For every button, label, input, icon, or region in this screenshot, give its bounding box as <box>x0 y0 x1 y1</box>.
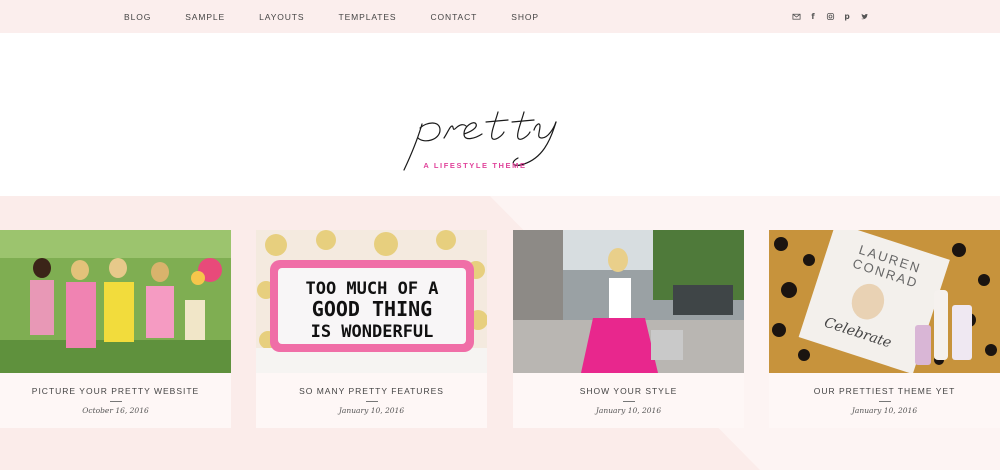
post-date: January 10, 2016 <box>338 406 405 415</box>
post-card[interactable]: TOO MUCH OF A GOOD THING IS WONDERFUL SO… <box>256 230 487 428</box>
site-header: A LIFESTYLE THEME <box>0 33 1000 196</box>
post-card[interactable]: SHOW YOUR STYLE January 10, 2016 <box>513 230 744 428</box>
main-menu: BLOG SAMPLE LAYOUTS TEMPLATES CONTACT SH… <box>124 0 573 33</box>
title-divider <box>878 401 891 402</box>
post-title[interactable]: PICTURE YOUR PRETTY WEBSITE <box>0 386 231 396</box>
post-meta: SO MANY PRETTY FEATURES January 10, 2016 <box>256 373 487 428</box>
post-date: January 10, 2016 <box>851 406 918 415</box>
post-title[interactable]: SO MANY PRETTY FEATURES <box>256 386 487 396</box>
nav-item-shop[interactable]: SHOP <box>511 12 539 22</box>
site-tagline: A LIFESTYLE THEME <box>423 161 527 170</box>
post-date: January 10, 2016 <box>595 406 662 415</box>
post-title[interactable]: SHOW YOUR STYLE <box>513 386 744 396</box>
post-image-pillow[interactable]: TOO MUCH OF A GOOD THING IS WONDERFUL <box>256 230 487 373</box>
pillow-line-3: IS WONDERFUL <box>311 322 434 342</box>
post-card[interactable]: LAUREN CONRAD Celebrate OUR PRETTIEST TH… <box>769 230 1000 428</box>
post-title[interactable]: OUR PRETTIEST THEME YET <box>769 386 1000 396</box>
nav-item-layouts[interactable]: LAYOUTS <box>259 12 304 22</box>
nav-item-contact[interactable]: CONTACT <box>431 12 478 22</box>
nav-item-blog[interactable]: BLOG <box>124 12 151 22</box>
post-image-magazine[interactable]: LAUREN CONRAD Celebrate <box>769 230 1000 373</box>
social-links: f p <box>790 0 875 33</box>
pillow-line-1: TOO MUCH OF A <box>305 279 438 299</box>
nav-item-templates[interactable]: TEMPLATES <box>338 12 396 22</box>
title-divider <box>365 401 378 402</box>
twitter-icon[interactable] <box>858 11 870 23</box>
post-meta: PICTURE YOUR PRETTY WEBSITE October 16, … <box>0 373 231 428</box>
title-divider <box>622 401 635 402</box>
title-divider <box>109 401 122 402</box>
facebook-icon[interactable]: f <box>807 11 819 23</box>
post-card[interactable]: PICTURE YOUR PRETTY WEBSITE October 16, … <box>0 230 231 428</box>
post-date: October 16, 2016 <box>82 406 149 415</box>
pillow-line-2: GOOD THING <box>312 297 432 321</box>
post-meta: OUR PRETTIEST THEME YET January 10, 2016 <box>769 373 1000 428</box>
post-image-street-style[interactable] <box>513 230 744 373</box>
instagram-icon[interactable] <box>824 11 836 23</box>
post-image-party[interactable] <box>0 230 231 373</box>
email-icon[interactable] <box>790 11 802 23</box>
pinterest-icon[interactable]: p <box>841 11 853 23</box>
nav-item-sample[interactable]: SAMPLE <box>185 12 225 22</box>
top-navigation-bar: BLOG SAMPLE LAYOUTS TEMPLATES CONTACT SH… <box>0 0 1000 33</box>
featured-posts-area: PICTURE YOUR PRETTY WEBSITE October 16, … <box>0 196 1000 470</box>
post-meta: SHOW YOUR STYLE January 10, 2016 <box>513 373 744 428</box>
